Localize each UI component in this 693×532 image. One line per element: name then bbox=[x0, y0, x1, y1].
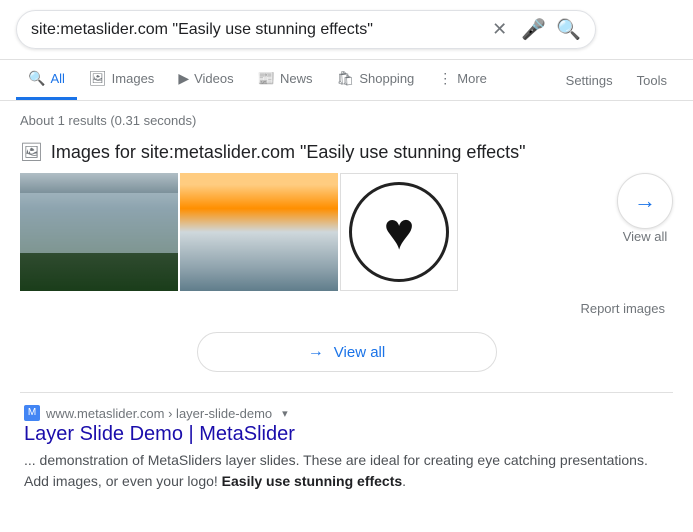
all-icon: 🔍 bbox=[28, 70, 45, 87]
divider bbox=[20, 392, 673, 393]
result-snippet-end: . bbox=[402, 473, 406, 489]
result-favicon: M bbox=[24, 405, 40, 421]
results-area: About 1 results (0.31 seconds) 🖼 Images … bbox=[0, 101, 693, 504]
search-button[interactable]: 🔍 bbox=[556, 17, 581, 42]
shopping-tab-icon: 🛍 bbox=[337, 70, 355, 87]
settings-button[interactable]: Settings bbox=[556, 63, 623, 98]
images-tab-icon: 🖼 bbox=[89, 70, 107, 87]
tab-all[interactable]: 🔍 All bbox=[16, 60, 77, 100]
more-tab-icon: ⋮ bbox=[438, 70, 452, 87]
tab-news[interactable]: 📰 News bbox=[246, 60, 325, 100]
view-all-button-label: View all bbox=[334, 344, 385, 361]
tab-shopping[interactable]: 🛍 Shopping bbox=[325, 60, 427, 100]
result-title[interactable]: Layer Slide Demo | MetaSlider bbox=[24, 423, 669, 446]
tab-images-label: Images bbox=[112, 71, 155, 86]
search-input[interactable]: site:metaslider.com "Easily use stunning… bbox=[31, 21, 488, 39]
search-bar: site:metaslider.com "Easily use stunning… bbox=[16, 10, 596, 49]
clear-button[interactable]: ✕ bbox=[488, 19, 511, 40]
heart-icon: ♥ bbox=[384, 202, 415, 262]
voice-search-button[interactable]: 🎤 bbox=[521, 17, 546, 42]
tab-news-label: News bbox=[280, 71, 313, 86]
result-dropdown-icon[interactable]: ▾ bbox=[282, 407, 288, 420]
search-icons: ✕ 🎤 🔍 bbox=[488, 17, 581, 42]
image-thumb-city[interactable] bbox=[180, 173, 338, 291]
images-header: 🖼 Images for site:metaslider.com "Easily… bbox=[20, 142, 673, 163]
report-images-container: Report images bbox=[20, 297, 673, 316]
image-thumb-heart[interactable]: ♥ bbox=[340, 173, 458, 291]
result-url: www.metaslider.com › layer-slide-demo bbox=[46, 406, 272, 421]
web-result: M www.metaslider.com › layer-slide-demo … bbox=[20, 405, 673, 492]
result-url-line: M www.metaslider.com › layer-slide-demo … bbox=[24, 405, 669, 421]
tab-more[interactable]: ⋮ More bbox=[426, 60, 499, 100]
tab-all-label: All bbox=[50, 71, 64, 86]
news-tab-icon: 📰 bbox=[258, 70, 275, 87]
heart-circle: ♥ bbox=[349, 182, 449, 282]
result-breadcrumb: › layer-slide-demo bbox=[168, 406, 272, 421]
tab-more-label: More bbox=[457, 71, 487, 86]
images-section-title: Images for site:metaslider.com "Easily u… bbox=[51, 142, 526, 163]
view-all-button[interactable]: → View all bbox=[197, 332, 497, 372]
images-right-side: → View all bbox=[591, 173, 673, 244]
view-all-arrow-button[interactable]: → bbox=[617, 173, 673, 229]
result-domain: www.metaslider.com bbox=[46, 406, 164, 421]
view-all-label-right: View all bbox=[623, 229, 668, 244]
report-images-link[interactable]: Report images bbox=[580, 301, 665, 316]
nav-right-buttons: Settings Tools bbox=[556, 63, 677, 98]
tab-videos[interactable]: ▶ Videos bbox=[166, 60, 245, 100]
tab-shopping-label: Shopping bbox=[359, 71, 414, 86]
search-bar-container: site:metaslider.com "Easily use stunning… bbox=[0, 0, 693, 60]
images-row-container: ♥ → View all bbox=[20, 173, 673, 291]
images-grid: ♥ bbox=[20, 173, 591, 291]
results-count: About 1 results (0.31 seconds) bbox=[20, 113, 673, 128]
tab-videos-label: Videos bbox=[194, 71, 234, 86]
tools-button[interactable]: Tools bbox=[627, 63, 677, 98]
nav-tabs: 🔍 All 🖼 Images ▶ Videos 📰 News 🛍 Shoppin… bbox=[0, 60, 693, 101]
result-snippet: ... demonstration of MetaSliders layer s… bbox=[24, 450, 669, 492]
images-section: 🖼 Images for site:metaslider.com "Easily… bbox=[20, 142, 673, 316]
view-all-container: → View all bbox=[20, 332, 673, 372]
image-thumb-mountain[interactable] bbox=[20, 173, 178, 291]
image-search-icon: 🖼 bbox=[20, 142, 43, 163]
result-snippet-bold: Easily use stunning effects bbox=[222, 473, 403, 489]
tab-images[interactable]: 🖼 Images bbox=[77, 60, 166, 100]
view-all-arrow-icon: → bbox=[308, 343, 324, 361]
videos-tab-icon: ▶ bbox=[178, 70, 189, 87]
